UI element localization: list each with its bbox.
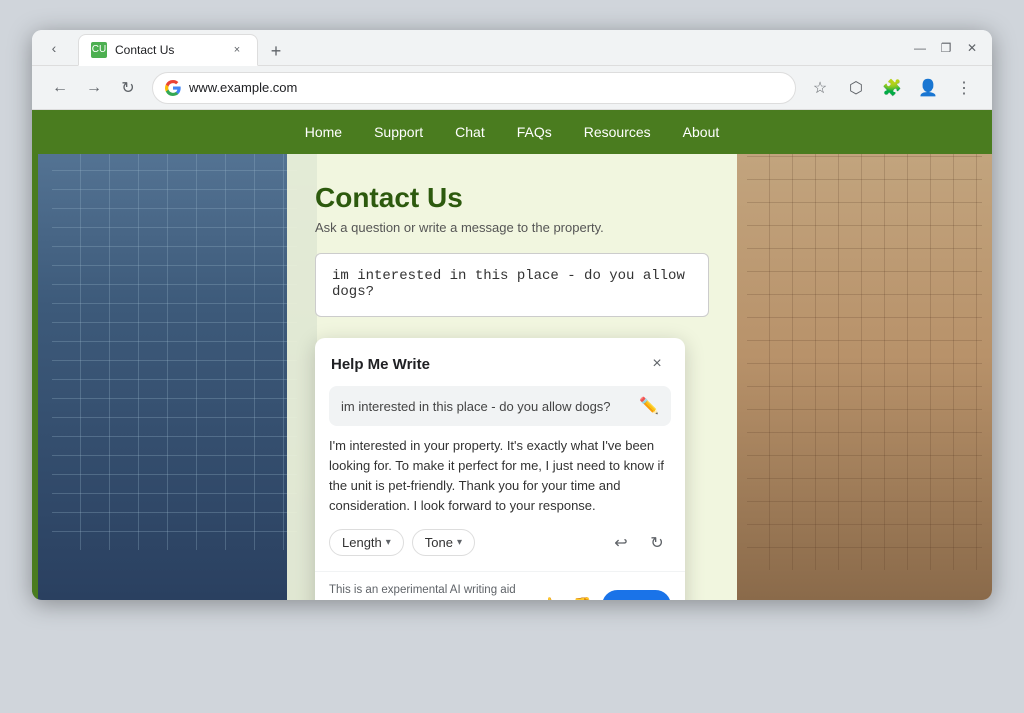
tab-bar: CU Contact Us × + [74, 30, 902, 66]
thumbdown-button[interactable]: 👎 [568, 592, 596, 600]
chevron-left-icon: ‹ [52, 40, 57, 56]
popup-generated-text: I'm interested in your property. It's ex… [329, 436, 671, 517]
titlebar: ‹ CU Contact Us × + — ❐ [32, 30, 992, 66]
window-controls: — ❐ ✕ [908, 36, 984, 60]
address-bar: ← → ↻ www.example.com ☆ ⬡ [32, 66, 992, 110]
help-me-write-popup: Help Me Write × im interested in this pl… [315, 338, 685, 600]
popup-input-text: im interested in this place - do you all… [341, 399, 639, 414]
bg-left-building [32, 110, 317, 600]
account-button[interactable]: 👤 [912, 72, 944, 104]
bg-right-building [737, 110, 992, 600]
popup-input-row: im interested in this place - do you all… [329, 386, 671, 426]
footer-disclaimer: This is an experimental AI writing aid a… [329, 582, 534, 600]
browser-window: ‹ CU Contact Us × + — ❐ [32, 30, 992, 600]
tone-dropdown[interactable]: Tone ▾ [412, 529, 475, 556]
length-dropdown[interactable]: Length ▾ [329, 529, 404, 556]
address-bar-actions: ☆ ⬡ 🧩 👤 ⋮ [804, 72, 980, 104]
menu-button[interactable]: ⋮ [948, 72, 980, 104]
popup-header: Help Me Write × [315, 338, 685, 386]
message-input[interactable]: im interested in this place - do you all… [315, 253, 709, 317]
google-icon [165, 80, 181, 96]
site-nav: Home Support Chat FAQs Resources About [32, 110, 992, 154]
page-subtitle: Ask a question or write a message to the… [315, 220, 709, 235]
nav-item-resources[interactable]: Resources [584, 120, 651, 144]
green-accent-border [32, 154, 38, 600]
titlebar-left: ‹ [40, 34, 68, 62]
popup-controls: Length ▾ Tone ▾ ↩ ↻ [329, 529, 671, 557]
main-content-area: Contact Us Ask a question or write a mes… [287, 154, 737, 600]
tab-title: Contact Us [115, 43, 221, 57]
popup-footer: This is an experimental AI writing aid a… [315, 571, 685, 600]
redo-button[interactable]: ↻ [643, 529, 671, 557]
footer-actions: 👍 👎 Insert [534, 590, 671, 600]
nav-item-chat[interactable]: Chat [455, 120, 485, 144]
insert-button[interactable]: Insert [602, 590, 671, 600]
new-tab-button[interactable]: + [262, 38, 290, 66]
active-tab[interactable]: CU Contact Us × [78, 34, 258, 66]
url-text: www.example.com [189, 80, 783, 95]
nav-item-support[interactable]: Support [374, 120, 423, 144]
page-content: Home Support Chat FAQs Resources About C… [32, 110, 992, 600]
action-icons: ↩ ↻ [607, 529, 671, 557]
forward-button[interactable]: → [78, 72, 110, 104]
undo-button[interactable]: ↩ [607, 529, 635, 557]
back-button[interactable]: ← [44, 72, 76, 104]
tab-close-button[interactable]: × [229, 42, 245, 58]
tone-chevron-icon: ▾ [457, 537, 462, 548]
nav-item-about[interactable]: About [683, 120, 720, 144]
edit-icon[interactable]: ✏️ [639, 396, 659, 416]
url-bar[interactable]: www.example.com [152, 72, 796, 104]
bookmark-button[interactable]: ☆ [804, 72, 836, 104]
nav-item-faqs[interactable]: FAQs [517, 120, 552, 144]
extension-button[interactable]: 🧩 [876, 72, 908, 104]
tab-favicon: CU [91, 42, 107, 58]
popup-title: Help Me Write [331, 356, 430, 373]
nav-controls: ← → ↻ [44, 72, 144, 104]
length-chevron-icon: ▾ [386, 537, 391, 548]
share-button[interactable]: ⬡ [840, 72, 872, 104]
tab-back-btn[interactable]: ‹ [40, 34, 68, 62]
thumbup-button[interactable]: 👍 [534, 592, 562, 600]
minimize-button[interactable]: — [908, 36, 932, 60]
maximize-button[interactable]: ❐ [934, 36, 958, 60]
page-title: Contact Us [315, 182, 709, 214]
refresh-button[interactable]: ↻ [112, 72, 144, 104]
nav-item-home[interactable]: Home [305, 120, 342, 144]
popup-close-button[interactable]: × [645, 352, 669, 376]
close-button[interactable]: ✕ [960, 36, 984, 60]
